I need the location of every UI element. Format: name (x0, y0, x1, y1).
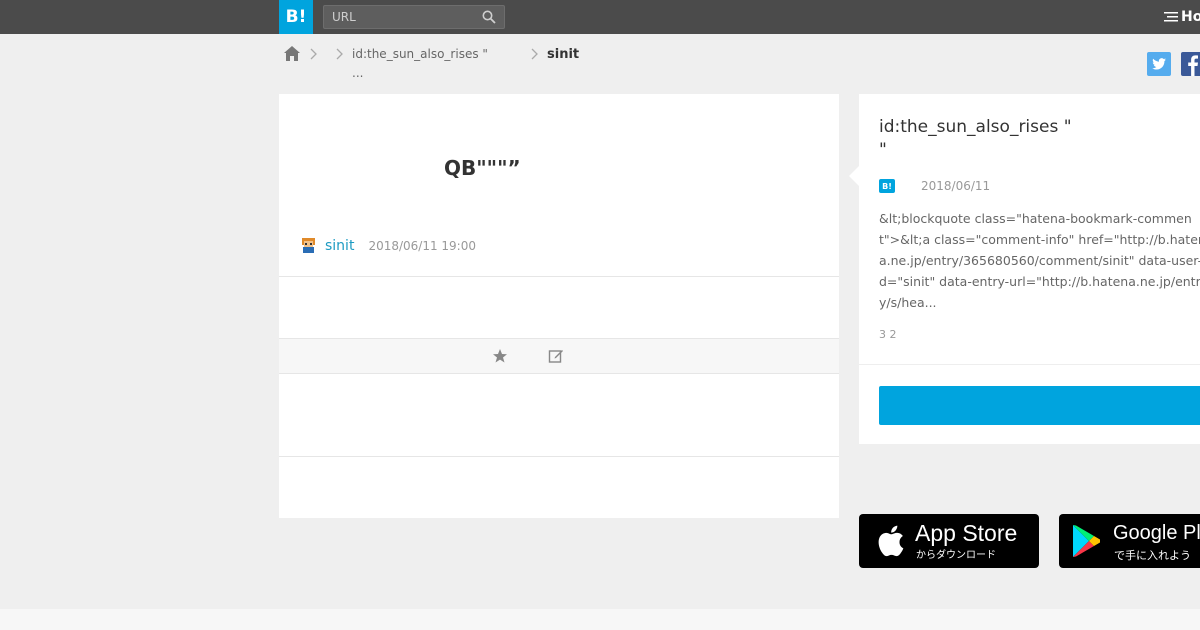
breadcrumb-item-user-more: ... (352, 66, 364, 80)
twitter-share-button[interactable] (1147, 52, 1171, 76)
topbar-menu-label: Ho (1181, 9, 1200, 25)
top-bar: B! Ho (0, 0, 1200, 34)
entry-username[interactable]: sinit (325, 238, 354, 254)
twitter-icon (1152, 58, 1166, 70)
app-store-name: App Store (915, 520, 1018, 546)
topbar-menu[interactable]: Ho (1164, 9, 1200, 25)
divider (279, 456, 839, 457)
hatena-bookmark-icon: B! (879, 179, 895, 193)
menu-icon (1164, 12, 1178, 22)
chevron-right-icon (336, 48, 343, 60)
divider (279, 276, 839, 277)
edit-icon[interactable] (548, 348, 564, 364)
google-play-badge[interactable]: Google Play で手に入れよう (1059, 514, 1200, 568)
search-box (323, 5, 505, 29)
side-counts: 3 2 (879, 328, 897, 341)
search-input[interactable] (324, 6, 474, 28)
facebook-share-button[interactable] (1181, 52, 1200, 76)
side-meta: B! 2018/06/11 (879, 179, 990, 193)
divider (859, 364, 1200, 365)
search-icon[interactable] (482, 10, 496, 24)
footer (0, 609, 1200, 630)
entry-user-row: sinit 2018/06/11 19:00 (300, 237, 476, 254)
home-icon[interactable] (283, 45, 301, 62)
entry-card: QB"""” sinit 2018/06/11 19:00 (279, 94, 839, 518)
hatena-bookmark-logo[interactable]: B! (279, 0, 313, 34)
app-store-subtitle: からダウンロード (916, 550, 996, 561)
card-pointer (849, 166, 859, 186)
chevron-right-icon (310, 48, 317, 60)
side-date: 2018/06/11 (921, 179, 991, 193)
side-action-button[interactable] (879, 386, 1200, 425)
google-play-icon (1073, 525, 1100, 557)
avatar[interactable] (300, 237, 317, 254)
google-play-name: Google Play (1113, 522, 1200, 544)
side-comment: &lt;blockquote class="hatena-bookmark-co… (879, 211, 1200, 310)
bookmark-detail-card: id:the_sun_also_rises " " B! 2018/06/11 … (849, 94, 1200, 444)
star-icon[interactable] (492, 348, 508, 364)
entry-title[interactable]: QB"""” (444, 156, 521, 180)
google-play-subtitle: で手に入れよう (1114, 549, 1191, 562)
entry-action-bar (279, 338, 839, 374)
facebook-icon (1188, 55, 1198, 76)
entry-timestamp: 2018/06/11 19:00 (368, 238, 476, 253)
chevron-right-icon (531, 48, 538, 60)
side-title[interactable]: id:the_sun_also_rises " " (879, 116, 1179, 162)
app-store-badge[interactable]: App Store からダウンロード (859, 514, 1039, 568)
apple-icon (878, 525, 904, 557)
breadcrumb-item-user[interactable]: id:the_sun_also_rises " (352, 47, 488, 61)
breadcrumb-current: sinit (547, 47, 580, 62)
